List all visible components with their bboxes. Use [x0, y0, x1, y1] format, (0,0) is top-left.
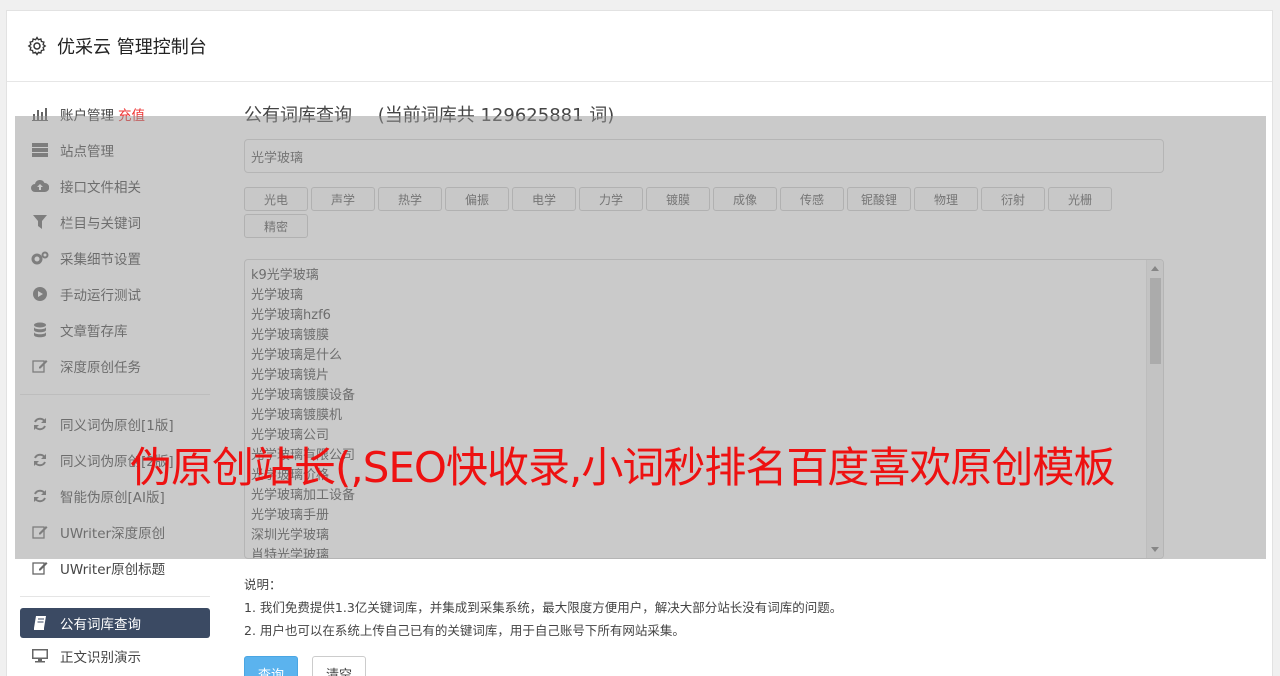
sidebar-item-label: UWriter原创标题 [60, 562, 166, 578]
sidebar-divider [20, 596, 210, 597]
gear-icon [27, 36, 47, 56]
page-title: 优采云 管理控制台 [57, 37, 207, 58]
book-icon [31, 615, 49, 631]
panel-header: 优采云 管理控制台 [7, 11, 1272, 82]
notes: 说明： 1. 我们免费提供1.3亿关键词库，并集成到采集系统，最大限度方便用户，… [244, 573, 1164, 642]
monitor-icon [31, 648, 49, 664]
sidebar-item-public-lexicon[interactable]: 公有词库查询 [20, 608, 210, 638]
sidebar-item-label: 正文识别演示 [60, 650, 141, 666]
clear-button[interactable]: 清空 [312, 656, 366, 676]
watermark-text: 伪原创站长(,SEO快收录,小词秒排名百度喜欢原创模板 [130, 443, 1115, 492]
action-buttons: 查询 清空 [244, 656, 1164, 676]
note-line: 2. 用户也可以在系统上传自己已有的关键词库，用于自己账号下所有网站采集。 [244, 623, 685, 638]
query-button[interactable]: 查询 [244, 656, 298, 676]
edit-icon [31, 560, 49, 576]
sidebar-item-text-recognition[interactable]: 正文识别演示 [20, 638, 210, 674]
note-line: 1. 我们免费提供1.3亿关键词库，并集成到采集系统，最大限度方便用户，解决大部… [244, 600, 843, 615]
notes-title: 说明： [244, 577, 282, 592]
sidebar-item-label: 公有词库查询 [60, 617, 141, 633]
